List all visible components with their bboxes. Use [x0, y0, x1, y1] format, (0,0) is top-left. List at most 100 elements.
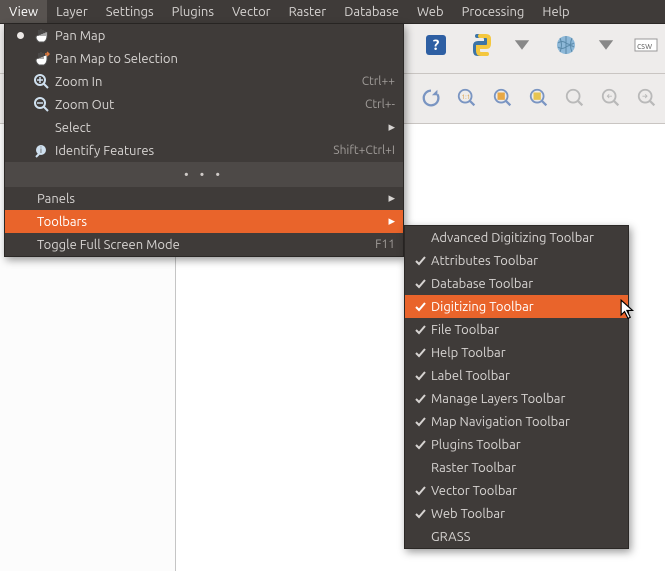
menu-item-label: Identify Features [55, 144, 333, 158]
menu-item-zoom-in[interactable]: Zoom In Ctrl++ [5, 70, 403, 93]
submenu-item-label: GRASS [431, 530, 620, 544]
submenu-item-label: Help Toolbar [431, 346, 620, 360]
check-icon [409, 323, 431, 336]
cursor-icon [620, 299, 636, 319]
menu-item-fullscreen[interactable]: Toggle Full Screen Mode F11 [5, 233, 403, 256]
menu-item-panels[interactable]: Panels ▸ [5, 187, 403, 210]
identify-icon: i [29, 143, 55, 159]
menu-item-label: Toolbars [37, 215, 383, 229]
menu-item-pan-map[interactable]: Pan Map [5, 24, 403, 47]
menu-item-toolbars[interactable]: Toolbars ▸ [5, 210, 403, 233]
check-icon [409, 507, 431, 520]
menu-item-label: Pan Map [55, 29, 395, 43]
check-icon [409, 369, 431, 382]
submenu-item-label: Raster Toolbar [431, 461, 620, 475]
submenu-arrow-icon: ▸ [383, 120, 395, 135]
submenu-arrow-icon: ▸ [383, 191, 395, 206]
menu-item-zoom-out[interactable]: Zoom Out Ctrl+- [5, 93, 403, 116]
menu-item-identify[interactable]: i Identify Features Shift+Ctrl+I [5, 139, 403, 162]
submenu-item[interactable]: GRASS [405, 525, 628, 548]
menubar-item-vector[interactable]: Vector [223, 0, 280, 23]
check-icon [409, 484, 431, 497]
svg-text:csw: csw [637, 41, 652, 51]
submenu-item-label: Vector Toolbar [431, 484, 620, 498]
menubar-item-plugins[interactable]: Plugins [163, 0, 223, 23]
zoom-extent-icon[interactable] [489, 84, 517, 112]
submenu-item[interactable]: Attributes Toolbar [405, 249, 628, 272]
help-icon[interactable]: ? [421, 30, 451, 60]
menu-item-label: Select [55, 121, 383, 135]
submenu-item-label: Manage Layers Toolbar [431, 392, 620, 406]
submenu-item-label: Database Toolbar [431, 277, 620, 291]
dropdown-arrow-icon-2[interactable] [507, 30, 537, 60]
submenu-item-label: Plugins Toolbar [431, 438, 620, 452]
menubar-item-raster[interactable]: Raster [280, 0, 336, 23]
submenu-item[interactable]: Map Navigation Toolbar [405, 410, 628, 433]
globe-icon[interactable] [551, 30, 581, 60]
submenu-item[interactable]: Plugins Toolbar [405, 433, 628, 456]
menubar-item-processing[interactable]: Processing [453, 0, 534, 23]
menu-item-label: Zoom In [55, 75, 362, 89]
refresh-icon[interactable] [417, 84, 445, 112]
submenu-item-label: Label Toolbar [431, 369, 620, 383]
view-menu: Pan Map Pan Map to Selection Zoom In Ctr… [4, 24, 404, 257]
submenu-arrow-icon: ▸ [383, 214, 395, 229]
zoom-prev-icon[interactable] [597, 84, 625, 112]
submenu-item[interactable]: File Toolbar [405, 318, 628, 341]
menubar-item-settings[interactable]: Settings [97, 0, 163, 23]
menu-item-label: Zoom Out [55, 98, 365, 112]
dropdown-arrow-icon-3[interactable] [591, 30, 621, 60]
python-icon[interactable] [467, 30, 497, 60]
menubar-item-web[interactable]: Web [408, 0, 453, 23]
submenu-item[interactable]: Manage Layers Toolbar [405, 387, 628, 410]
zoom-11-icon[interactable]: 1:1 [453, 84, 481, 112]
menu-item-shortcut: Ctrl++ [362, 75, 395, 88]
menu-item-shortcut: Ctrl+- [365, 98, 395, 111]
csw-icon[interactable]: csw [631, 30, 661, 60]
menu-item-shortcut: Shift+Ctrl+I [333, 144, 395, 157]
submenu-item-label: Attributes Toolbar [431, 254, 620, 268]
menu-item-label: Panels [37, 192, 383, 206]
menu-item-label: Pan Map to Selection [55, 52, 395, 66]
check-icon [409, 346, 431, 359]
submenu-item[interactable]: Web Toolbar [405, 502, 628, 525]
menu-more-items[interactable]: • • • [5, 162, 403, 187]
check-icon [409, 277, 431, 290]
submenu-item[interactable]: Help Toolbar [405, 341, 628, 364]
svg-text:?: ? [433, 36, 440, 53]
submenu-item-label: Advanced Digitizing Toolbar [431, 231, 620, 245]
submenu-item-label: Map Navigation Toolbar [431, 415, 620, 429]
hand-icon [29, 28, 55, 44]
svg-text:i: i [40, 146, 42, 155]
submenu-item[interactable]: Database Toolbar [405, 272, 628, 295]
check-icon [409, 415, 431, 428]
submenu-item[interactable]: Raster Toolbar [405, 456, 628, 479]
hand-arrow-icon [29, 51, 55, 67]
menu-item-select[interactable]: Select ▸ [5, 116, 403, 139]
submenu-item[interactable]: Digitizing Toolbar [405, 295, 628, 318]
menubar-item-view[interactable]: View [0, 0, 47, 23]
menu-item-pan-selection[interactable]: Pan Map to Selection [5, 47, 403, 70]
check-icon [409, 254, 431, 267]
toolbars-submenu: Advanced Digitizing Toolbar Attributes To… [404, 225, 629, 549]
radio-indicator [11, 32, 29, 39]
workspace: View Layer Settings Plugins Vector Raste… [0, 0, 665, 571]
zoom-in-icon [29, 74, 55, 90]
submenu-item[interactable]: Label Toolbar [405, 364, 628, 387]
submenu-item-label: File Toolbar [431, 323, 620, 337]
zoom-out-icon [29, 97, 55, 113]
zoom-next-icon[interactable] [633, 84, 661, 112]
check-icon [409, 300, 431, 313]
menubar-item-help[interactable]: Help [533, 0, 578, 23]
menubar: View Layer Settings Plugins Vector Raste… [0, 0, 665, 24]
submenu-item[interactable]: Advanced Digitizing Toolbar [405, 226, 628, 249]
menubar-item-database[interactable]: Database [335, 0, 408, 23]
zoom-layer-icon[interactable] [561, 84, 589, 112]
submenu-item-label: Digitizing Toolbar [431, 300, 620, 314]
svg-text:1:1: 1:1 [462, 94, 471, 101]
menubar-item-layer[interactable]: Layer [47, 0, 97, 23]
zoom-selection-icon[interactable] [525, 84, 553, 112]
submenu-item[interactable]: Vector Toolbar [405, 479, 628, 502]
check-icon [409, 438, 431, 451]
menu-item-shortcut: F11 [375, 238, 395, 251]
